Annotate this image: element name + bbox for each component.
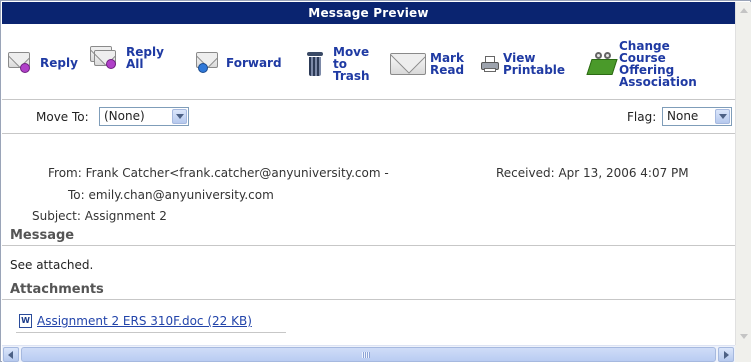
flag-value: None [667, 109, 699, 123]
view-printable-line2: Printable [503, 63, 566, 77]
horizontal-scrollbar[interactable] [2, 345, 735, 362]
window-title: Message Preview [2, 2, 735, 24]
subject-label: Subject: [32, 209, 81, 223]
view-printable-button[interactable]: View Printable [481, 52, 565, 76]
move-flag-bar: Move To: (None) Flag: None [2, 100, 735, 134]
from-row: From: Frank Catcher<frank.catcher@anyuni… [48, 166, 389, 180]
change-course-offering-association-button[interactable]: Change Course Offering Association [586, 40, 697, 89]
reply-envelope-icon [8, 52, 34, 74]
reply-button[interactable]: Reply [8, 52, 78, 74]
mark-read-line2: Read [430, 63, 465, 77]
received-value: Apr 13, 2006 4:07 PM [558, 166, 689, 180]
flag-select[interactable]: None [662, 107, 732, 126]
reply-all-button[interactable]: Reply All [90, 46, 164, 70]
message-preview-content: Message Preview Reply Reply All Forward … [2, 2, 735, 345]
chevron-down-icon[interactable] [172, 109, 187, 124]
from-label: From: [48, 166, 82, 180]
mark-read-button[interactable]: Mark Read [390, 52, 464, 76]
forward-label: Forward [226, 56, 282, 70]
envelope-icon [390, 53, 426, 75]
vertical-scrollbar[interactable] [735, 2, 751, 345]
book-glasses-icon [586, 51, 618, 77]
reply-all-envelope-icon [90, 46, 120, 70]
move-to-label: Move To: [36, 110, 89, 124]
attachments-heading: Attachments [2, 280, 735, 300]
received-row: Received: Apr 13, 2006 4:07 PM [496, 166, 689, 180]
message-heading: Message [2, 226, 735, 246]
trash-icon [307, 52, 323, 76]
message-toolbar: Reply Reply All Forward Move to Trash Ma… [2, 24, 735, 100]
scroll-left-icon[interactable] [3, 347, 19, 362]
reply-all-label-line2: All [126, 57, 144, 71]
attachment-link[interactable]: W Assignment 2 ERS 310F.doc (22 KB) [19, 314, 252, 328]
reply-label: Reply [40, 56, 78, 70]
move-to-value: (None) [104, 109, 145, 123]
message-body: See attached. [10, 258, 94, 272]
scroll-up-icon[interactable] [736, 2, 751, 18]
word-document-icon: W [19, 314, 32, 328]
scroll-right-icon[interactable] [718, 347, 734, 362]
move-to-trash-button[interactable]: Move to Trash [307, 46, 370, 82]
flag-label: Flag: [627, 110, 657, 124]
forward-envelope-icon [196, 52, 220, 74]
to-label: To: [68, 188, 85, 202]
printer-icon [481, 56, 499, 72]
message-preview-window: Message Preview Reply Reply All Forward … [0, 0, 751, 362]
attachment-name[interactable]: Assignment 2 ERS 310F.doc (22 KB) [37, 314, 252, 328]
subject-row: Subject: Assignment 2 [32, 209, 167, 223]
scroll-down-icon[interactable] [736, 329, 751, 345]
change-course-line4: Association [619, 75, 697, 89]
move-to-select[interactable]: (None) [99, 107, 189, 126]
attachment-divider [16, 332, 286, 333]
to-value: emily.chan@anyuniversity.com [88, 188, 274, 202]
forward-button[interactable]: Forward [196, 52, 282, 74]
to-row: To: emily.chan@anyuniversity.com [68, 188, 274, 202]
received-label: Received: [496, 166, 555, 180]
scrollbar-corner [735, 345, 751, 362]
from-value: Frank Catcher<frank.catcher@anyuniversit… [85, 166, 389, 180]
subject-value: Assignment 2 [84, 209, 167, 223]
horizontal-scroll-thumb[interactable] [21, 347, 716, 362]
chevron-down-icon[interactable] [715, 109, 730, 124]
move-to-trash-line3: Trash [333, 69, 370, 83]
